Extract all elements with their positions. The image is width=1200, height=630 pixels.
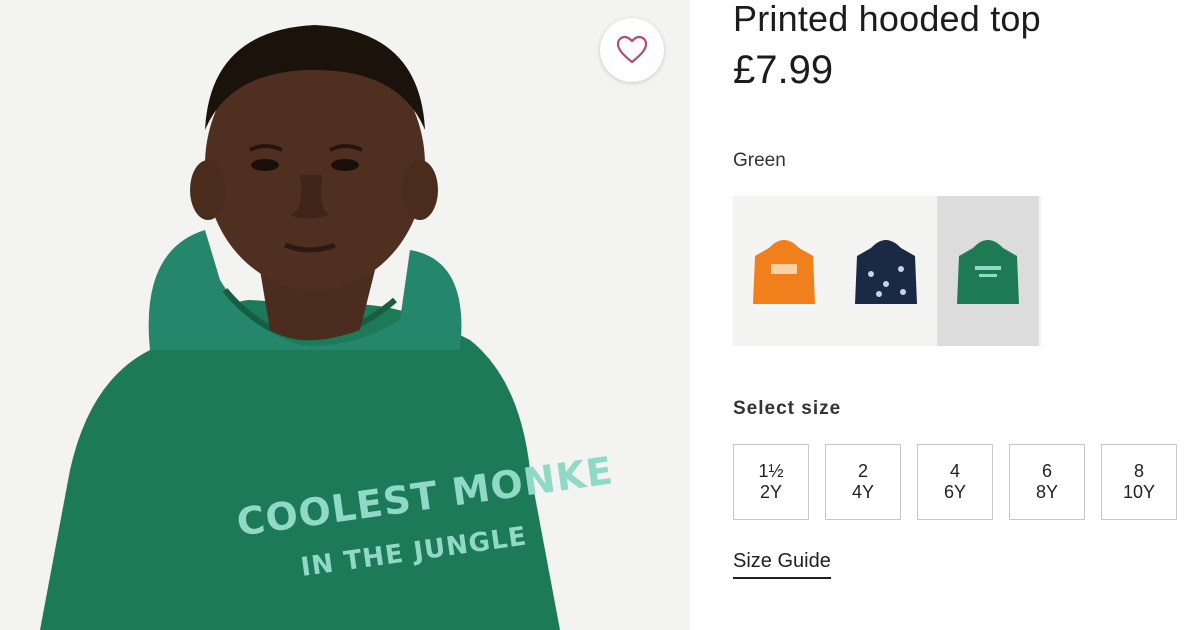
swatch-green[interactable] xyxy=(937,196,1039,346)
size-option[interactable]: 2 4Y xyxy=(825,444,901,520)
selected-colour-label: Green xyxy=(733,150,786,171)
swatch-navy[interactable] xyxy=(835,196,937,346)
size-years: 8Y xyxy=(1035,482,1059,502)
size-option[interactable]: 1½ 2Y xyxy=(733,444,809,520)
green-hoodie-thumbnail xyxy=(957,239,1019,304)
favourite-button[interactable] xyxy=(600,18,664,82)
size-age-range: 1½ xyxy=(758,461,784,481)
size-option[interactable]: 4 6Y xyxy=(917,444,993,520)
swatch-orange[interactable] xyxy=(733,196,835,346)
product-details: Printed hooded top £7.99 Green Select si… xyxy=(733,0,1193,630)
size-option[interactable]: 8 10Y xyxy=(1101,444,1177,520)
size-guide-link[interactable]: Size Guide xyxy=(733,550,831,579)
colour-swatches xyxy=(733,196,1041,346)
size-years: 4Y xyxy=(851,482,875,502)
size-years: 10Y xyxy=(1122,482,1156,502)
size-years: 2Y xyxy=(759,482,783,502)
orange-hoodie-thumbnail xyxy=(753,239,815,304)
model-photo: COOLEST MONKE IN THE JUNGLE xyxy=(40,25,616,630)
size-age-range: 2 xyxy=(857,461,868,481)
size-years: 6Y xyxy=(943,482,967,502)
product-price: £7.99 xyxy=(733,48,834,92)
navy-hoodie-thumbnail xyxy=(855,239,917,304)
size-age-range: 6 xyxy=(1041,461,1052,481)
size-age-range: 8 xyxy=(1133,461,1144,481)
product-image[interactable]: COOLEST MONKE IN THE JUNGLE xyxy=(0,0,690,630)
heart-icon xyxy=(616,35,648,64)
size-age-range: 4 xyxy=(949,461,960,481)
size-options: 1½ 2Y 2 4Y 4 6Y 6 8Y 8 10Y xyxy=(733,444,1177,520)
select-size-label: Select size xyxy=(733,398,842,419)
size-option[interactable]: 6 8Y xyxy=(1009,444,1085,520)
product-title: Printed hooded top xyxy=(733,0,1041,39)
